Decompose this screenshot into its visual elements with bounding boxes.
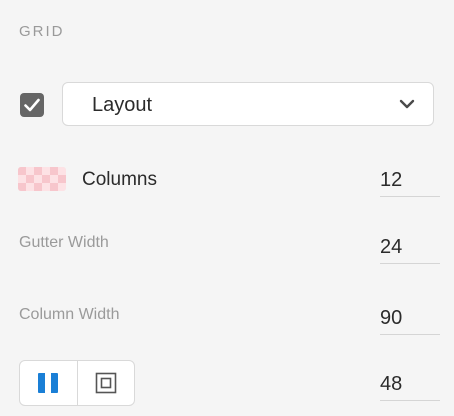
- column-mode-icon: [38, 373, 59, 393]
- layout-dropdown-value: Layout: [92, 94, 153, 116]
- layout-dropdown[interactable]: Layout: [62, 82, 434, 126]
- section-title: GRID: [19, 23, 65, 40]
- chevron-down-icon: [399, 99, 415, 109]
- column-width-label: Column Width: [19, 306, 120, 323]
- columns-input[interactable]: 12: [380, 166, 440, 197]
- grid-settings-panel: GRID Layout Columns 12 Gutter Width 24 C…: [0, 0, 454, 416]
- column-mode-button[interactable]: [20, 361, 77, 405]
- columns-value: 12: [380, 169, 403, 191]
- column-width-input[interactable]: 90: [380, 304, 440, 335]
- column-width-value: 90: [380, 307, 403, 329]
- gutter-width-label: Gutter Width: [19, 234, 109, 251]
- columns-label: Columns: [82, 169, 157, 190]
- layout-checkbox[interactable]: [20, 93, 44, 117]
- offset-input[interactable]: 48: [380, 370, 440, 401]
- offset-value: 48: [380, 373, 403, 395]
- gutter-width-input[interactable]: 24: [380, 233, 440, 264]
- offset-mode-toggle: [19, 360, 135, 406]
- columns-color-swatch[interactable]: [18, 167, 66, 191]
- checkmark-icon: [24, 98, 40, 112]
- inset-mode-button[interactable]: [76, 361, 135, 405]
- inset-mode-icon: [95, 372, 117, 394]
- checker-pattern-icon: [18, 167, 66, 191]
- gutter-width-value: 24: [380, 236, 403, 258]
